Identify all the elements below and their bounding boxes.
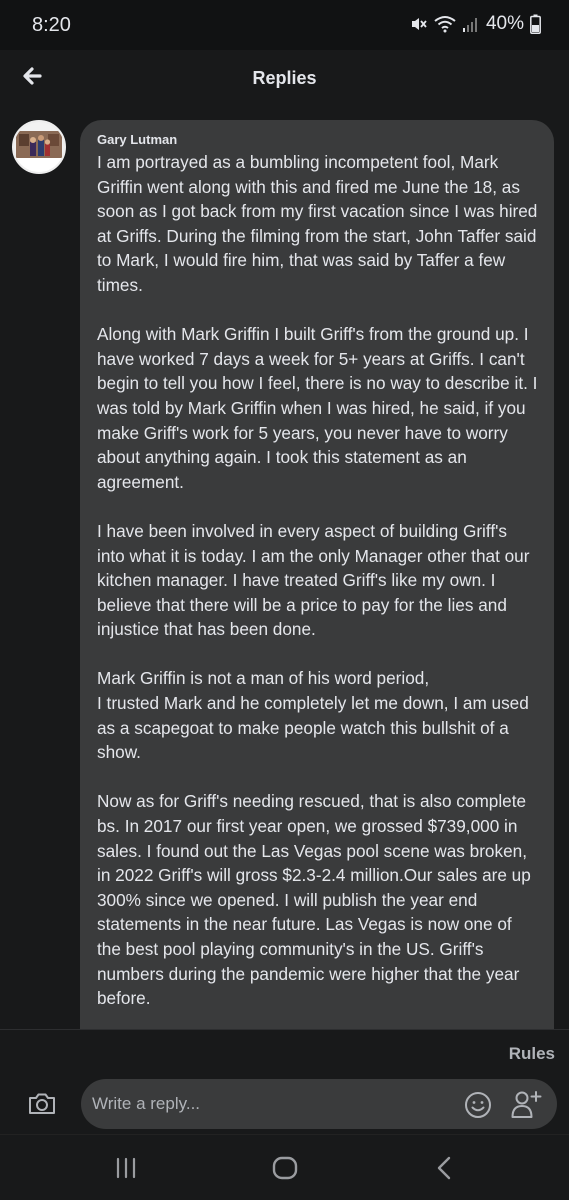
battery-icon (530, 14, 541, 34)
nav-back-button[interactable] (430, 1153, 460, 1183)
comment-paragraph: Mark Griffin is not a man of his word pe… (97, 668, 529, 763)
system-nav-bar (0, 1134, 569, 1200)
comment-paragraph: I have been involved in every aspect of … (97, 520, 530, 640)
camera-icon (29, 1093, 55, 1114)
comment-bubble[interactable]: Gary Lutman I am portrayed as a bumbling… (80, 120, 554, 1030)
mute-icon (411, 18, 427, 30)
camera-button[interactable] (26, 1088, 58, 1120)
app-header: Replies (0, 50, 569, 106)
signal-icon (462, 18, 477, 32)
battery-percent: 40% (485, 13, 524, 34)
reply-composer (0, 1076, 569, 1134)
chevron-left-icon (437, 1156, 451, 1180)
comment-paragraph: Along with Mark Griffin I built Griff's … (97, 324, 538, 492)
rules-bar: Rules (0, 1030, 569, 1076)
comment-author[interactable]: Gary Lutman (97, 132, 538, 147)
recent-apps-button[interactable] (111, 1153, 141, 1183)
rules-link[interactable]: Rules (509, 1044, 555, 1064)
comment-thread[interactable]: Gary Lutman I am portrayed as a bumbling… (0, 106, 569, 1030)
avatar-photo (14, 122, 64, 172)
home-button[interactable] (270, 1153, 300, 1183)
status-bar: 8:20 40% (0, 0, 569, 50)
recent-apps-icon (116, 1157, 136, 1179)
person-plus-icon (511, 1091, 542, 1118)
wifi-icon (434, 16, 456, 33)
comment-paragraph: I am portrayed as a bumbling incompetent… (97, 152, 538, 295)
emoji-button[interactable] (464, 1091, 492, 1119)
mention-button[interactable] (510, 1089, 542, 1119)
status-icons: 40% (410, 13, 541, 35)
comment-paragraph: Now as for Griff's needing rescued, that… (97, 791, 531, 1009)
smiley-icon (465, 1092, 491, 1118)
home-icon (272, 1156, 298, 1180)
page-title: Replies (252, 68, 317, 88)
avatar[interactable] (12, 120, 66, 174)
status-time: 8:20 (32, 14, 71, 36)
